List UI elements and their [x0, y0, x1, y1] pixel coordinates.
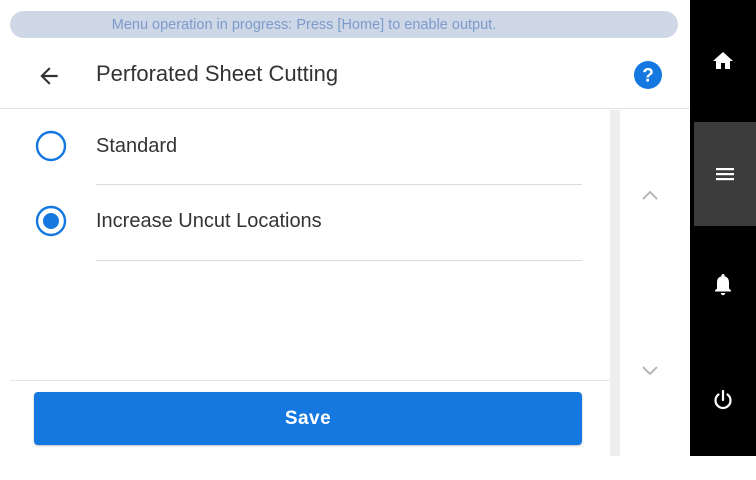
svg-text:?: ?	[642, 66, 654, 87]
back-arrow-icon[interactable]	[36, 63, 62, 89]
power-button[interactable]	[690, 344, 756, 456]
help-icon[interactable]: ?	[634, 61, 662, 89]
home-icon	[713, 52, 733, 69]
right-sidebar	[690, 0, 756, 456]
radio-selected-icon[interactable]	[34, 204, 68, 238]
notifications-button[interactable]	[690, 226, 756, 344]
scroll-area	[610, 110, 690, 456]
option-increase-uncut-locations[interactable]: Increase Uncut Locations	[0, 185, 610, 259]
option-standard[interactable]: Standard	[0, 110, 610, 184]
hamburger-menu-icon	[716, 168, 734, 181]
power-icon	[714, 389, 732, 410]
option-label-increase-uncut-locations: Increase Uncut Locations	[96, 210, 322, 232]
status-banner: Menu operation in progress: Press [Home]…	[10, 11, 678, 38]
footer-divider	[10, 380, 610, 381]
divider	[96, 260, 582, 261]
option-label-standard: Standard	[96, 135, 178, 157]
header: Perforated Sheet Cutting ?	[0, 42, 690, 109]
save-button[interactable]: Save	[34, 392, 582, 445]
status-banner-text: Menu operation in progress: Press [Home]…	[111, 16, 497, 33]
scroll-up-chevron-icon[interactable]	[636, 182, 664, 210]
page-title: Perforated Sheet Cutting	[96, 61, 339, 86]
screen: Menu operation in progress: Press [Home]…	[0, 0, 756, 480]
scrollbar-track[interactable]	[610, 110, 620, 456]
bell-icon	[715, 274, 731, 296]
radio-unselected-icon[interactable]	[34, 129, 68, 163]
menu-button[interactable]	[694, 122, 756, 226]
scroll-down-chevron-icon[interactable]	[636, 356, 664, 384]
options-list: Standard Increase Uncut Locations	[0, 110, 610, 382]
home-button[interactable]	[690, 0, 756, 122]
